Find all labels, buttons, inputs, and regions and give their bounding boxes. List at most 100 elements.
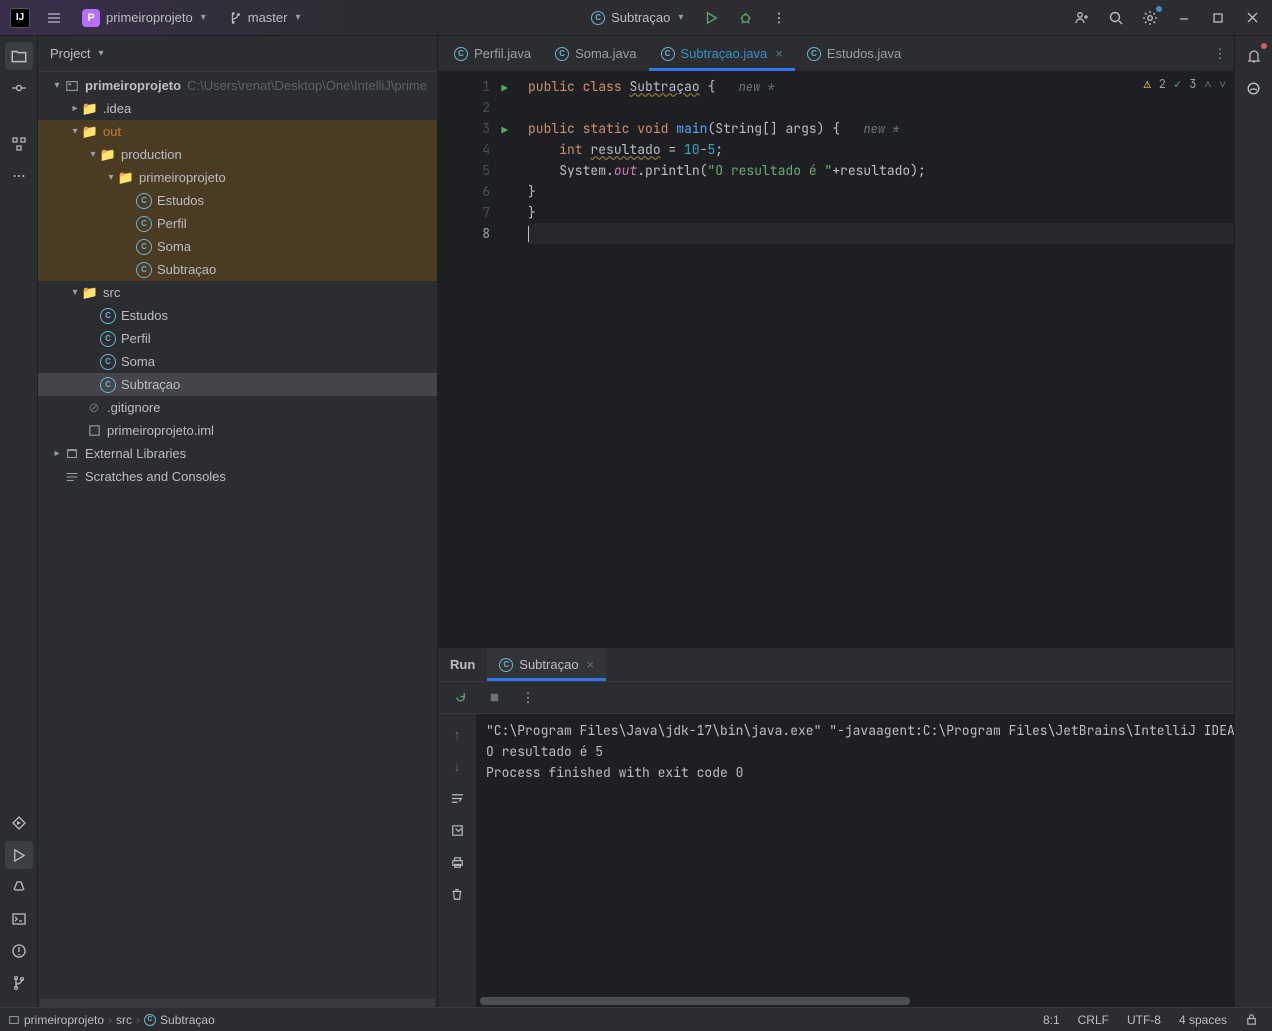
main-menu-button[interactable] — [40, 4, 68, 32]
scrollbar[interactable] — [40, 999, 435, 1007]
more-actions-button[interactable] — [765, 4, 793, 32]
editor-tab-active[interactable]: CSubtraçao.java× — [649, 36, 795, 71]
tree-production-proj[interactable]: ▾📁primeiroprojeto — [38, 166, 437, 189]
more-run-button[interactable]: ⋮ — [514, 684, 542, 712]
tree-root[interactable]: ▾primeiroprojetoC:\Users\renat\Desktop\O… — [38, 74, 437, 97]
text-cursor — [528, 226, 529, 242]
project-selector[interactable]: P primeiroprojeto ▾ — [74, 6, 214, 30]
tree-src-file[interactable]: CSoma — [38, 350, 437, 373]
chevron-down-icon: ▾ — [678, 12, 683, 23]
code-editor[interactable]: 1▶ 2 3▶ 4 5 6 7 8 ⚠2 ✓3 ˄˅ public class … — [438, 72, 1234, 647]
project-letter: P — [82, 9, 100, 27]
build-tool-button[interactable] — [5, 873, 33, 901]
project-name: primeiroprojeto — [106, 10, 193, 25]
up-stack-button[interactable]: ↑ — [443, 720, 471, 748]
run-panel: Run C Subtraçao × ⋮ ↑ ↓ — [438, 647, 1234, 1007]
readonly-toggle[interactable] — [1239, 1013, 1264, 1026]
class-icon: C — [807, 47, 821, 61]
tabs-more-button[interactable]: ⋮ — [1206, 36, 1234, 71]
scroll-end-button[interactable] — [443, 816, 471, 844]
tree-out[interactable]: ▾📁out — [38, 120, 437, 143]
editor-tab[interactable]: CEstudos.java — [795, 36, 913, 71]
code-with-me-button[interactable] — [1068, 4, 1096, 32]
run-config-selector[interactable]: C Subtraçao ▾ — [583, 7, 691, 28]
editor-tab[interactable]: CPerfil.java — [442, 36, 543, 71]
tree-src-file[interactable]: CPerfil — [38, 327, 437, 350]
print-button[interactable] — [443, 848, 471, 876]
commit-tool-button[interactable] — [5, 74, 33, 102]
project-panel-title: Project — [50, 46, 90, 61]
tree-iml[interactable]: primeiroprojeto.iml — [38, 419, 437, 442]
close-icon[interactable]: × — [587, 657, 595, 672]
more-tools-button[interactable] — [5, 162, 33, 190]
tree-out-file[interactable]: CEstudos — [38, 189, 437, 212]
project-panel: Project ▾ ▾primeiroprojetoC:\Users\renat… — [38, 36, 438, 1007]
tree-src-file[interactable]: CEstudos — [38, 304, 437, 327]
close-icon[interactable]: × — [775, 46, 783, 61]
vcs-tool-button[interactable] — [5, 969, 33, 997]
warning-icon: ⚠ — [1144, 76, 1151, 92]
class-icon: C — [499, 658, 513, 672]
run-tab[interactable]: C Subtraçao × — [487, 648, 606, 681]
notifications-button[interactable] — [1240, 42, 1268, 70]
run-output[interactable]: "C:\Program Files\Java\jdk-17\bin\java.e… — [476, 714, 1234, 1007]
services-tool-button[interactable] — [5, 809, 33, 837]
run-config-name: Subtraçao — [611, 10, 670, 25]
scrollbar[interactable] — [480, 997, 910, 1005]
run-tool-button[interactable] — [5, 841, 33, 869]
run-button[interactable] — [697, 4, 725, 32]
code-content[interactable]: ⚠2 ✓3 ˄˅ public class Subtraçao { new * … — [498, 72, 1234, 647]
tree-scratches[interactable]: Scratches and Consoles — [38, 465, 437, 488]
stop-button[interactable] — [480, 684, 508, 712]
tree-production[interactable]: ▾📁production — [38, 143, 437, 166]
breadcrumb[interactable]: primeiroprojeto › src › C Subtraçao — [8, 1013, 215, 1027]
gutter: 1▶ 2 3▶ 4 5 6 7 8 — [438, 72, 498, 647]
tree-idea[interactable]: ▸📁.idea — [38, 97, 437, 120]
line-separator[interactable]: CRLF — [1072, 1013, 1115, 1027]
indent-setting[interactable]: 4 spaces — [1173, 1013, 1233, 1027]
run-toolbar: ⋮ — [438, 682, 1234, 714]
tree-out-file[interactable]: CPerfil — [38, 212, 437, 235]
minimize-button[interactable] — [1170, 4, 1198, 32]
status-bar: primeiroprojeto › src › C Subtraçao 8:1 … — [0, 1007, 1272, 1031]
right-tool-strip — [1234, 36, 1272, 1007]
branch-icon — [228, 11, 242, 25]
file-encoding[interactable]: UTF-8 — [1121, 1013, 1167, 1027]
project-tree[interactable]: ▾primeiroprojetoC:\Users\renat\Desktop\O… — [38, 72, 437, 999]
tree-out-file[interactable]: CSoma — [38, 235, 437, 258]
chevron-down-icon[interactable]: ˅ — [1219, 76, 1226, 92]
project-panel-header: Project ▾ — [38, 36, 437, 72]
tree-out-file[interactable]: CSubtraçao — [38, 258, 437, 281]
chevron-up-icon[interactable]: ˄ — [1204, 76, 1211, 92]
inspections-widget[interactable]: ⚠2 ✓3 ˄˅ — [1144, 76, 1226, 92]
tree-ext-lib[interactable]: ▸External Libraries — [38, 442, 437, 465]
terminal-tool-button[interactable] — [5, 905, 33, 933]
ok-icon: ✓ — [1174, 76, 1181, 92]
tree-gitignore[interactable]: ⊘.gitignore — [38, 396, 437, 419]
project-tool-button[interactable] — [5, 42, 33, 70]
editor-area: CPerfil.java CSoma.java CSubtraçao.java×… — [438, 36, 1234, 1007]
search-button[interactable] — [1102, 4, 1130, 32]
tree-src[interactable]: ▾📁src — [38, 281, 437, 304]
ai-assistant-button[interactable] — [1240, 74, 1268, 102]
cursor-position[interactable]: 8:1 — [1037, 1013, 1066, 1027]
editor-tabs: CPerfil.java CSoma.java CSubtraçao.java×… — [438, 36, 1234, 72]
settings-button[interactable] — [1136, 4, 1164, 32]
rerun-button[interactable] — [446, 684, 474, 712]
clear-button[interactable] — [443, 880, 471, 908]
tree-src-file-selected[interactable]: CSubtraçao — [38, 373, 437, 396]
chevron-down-icon: ▾ — [201, 12, 206, 23]
run-panel-title: Run — [438, 657, 487, 672]
debug-button[interactable] — [731, 4, 759, 32]
editor-tab[interactable]: CSoma.java — [543, 36, 648, 71]
maximize-button[interactable] — [1204, 4, 1232, 32]
class-icon: C — [555, 47, 569, 61]
down-stack-button[interactable]: ↓ — [443, 752, 471, 780]
chevron-down-icon: ▾ — [295, 12, 300, 23]
soft-wrap-button[interactable] — [443, 784, 471, 812]
structure-tool-button[interactable] — [5, 130, 33, 158]
branch-selector[interactable]: master ▾ — [220, 7, 309, 28]
problems-tool-button[interactable] — [5, 937, 33, 965]
close-button[interactable] — [1238, 4, 1266, 32]
chevron-down-icon[interactable]: ▾ — [98, 48, 103, 59]
